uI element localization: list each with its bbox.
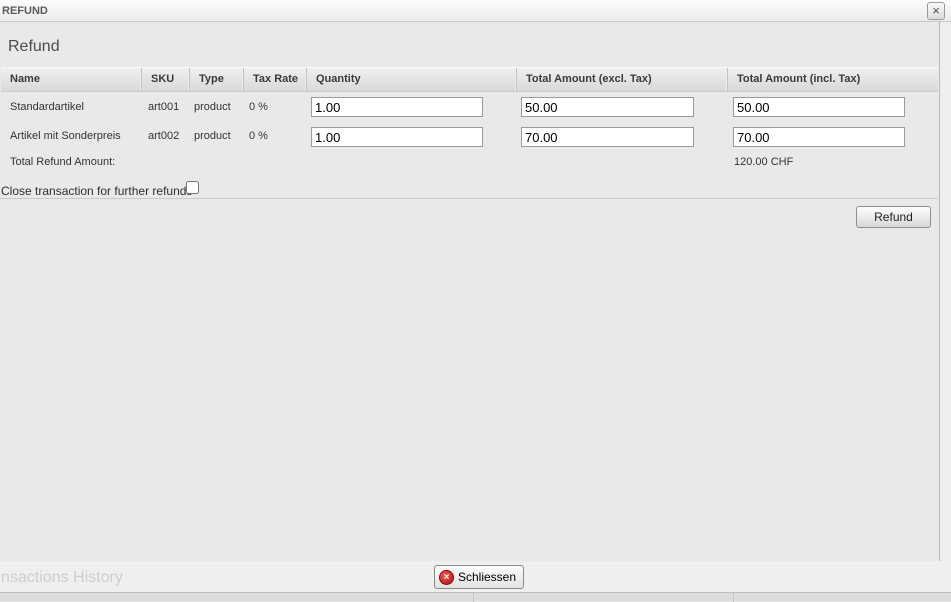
cell-name: Standardartikel bbox=[10, 92, 84, 122]
column-header-total-excl: Total Amount (excl. Tax) bbox=[517, 68, 728, 91]
table-row: Artikel mit Sonderpreis art002 product 0… bbox=[0, 122, 938, 150]
total-refund-value: 120.00 CHF bbox=[734, 156, 793, 168]
cell-sku: art001 bbox=[148, 92, 179, 122]
schliessen-button-label: Schliessen bbox=[458, 570, 516, 584]
cell-sku: art002 bbox=[148, 122, 179, 150]
table-row: Standardartikel art001 product 0 % bbox=[0, 92, 938, 122]
table-header: Name SKU Type Tax Rate Quantity Total Am… bbox=[1, 67, 938, 92]
red-cross-icon: × bbox=[439, 570, 454, 585]
schliessen-button[interactable]: × Schliessen bbox=[434, 565, 524, 589]
close-icon[interactable]: × bbox=[927, 2, 945, 20]
page-scroll-strip bbox=[939, 22, 951, 592]
close-transaction-label: Close transaction for further refunds bbox=[1, 184, 192, 198]
modal-titlebar: REFUND × bbox=[0, 0, 951, 22]
total-excl-tax-input[interactable] bbox=[521, 127, 694, 147]
modal-title: REFUND bbox=[2, 5, 48, 17]
cell-tax-rate: 0 % bbox=[249, 122, 268, 150]
column-header-total-incl: Total Amount (incl. Tax) bbox=[728, 68, 938, 91]
background-table-header-bar bbox=[0, 592, 951, 601]
cell-type: product bbox=[194, 122, 231, 150]
column-header-type: Type bbox=[190, 68, 244, 91]
refund-button[interactable]: Refund bbox=[856, 206, 931, 228]
transactions-history-heading: nsactions History bbox=[1, 569, 123, 587]
column-header-name: Name bbox=[1, 68, 142, 91]
cell-name: Artikel mit Sonderpreis bbox=[10, 122, 121, 150]
total-incl-tax-input[interactable] bbox=[733, 97, 905, 117]
cell-type: product bbox=[194, 92, 231, 122]
section-divider bbox=[0, 198, 938, 199]
close-transaction-checkbox[interactable] bbox=[186, 181, 199, 194]
column-header-tax-rate: Tax Rate bbox=[244, 68, 307, 91]
quantity-input[interactable] bbox=[311, 127, 483, 147]
quantity-input[interactable] bbox=[311, 97, 483, 117]
column-header-quantity: Quantity bbox=[307, 68, 517, 91]
total-incl-tax-input[interactable] bbox=[733, 127, 905, 147]
total-refund-label: Total Refund Amount: bbox=[10, 156, 115, 168]
refund-modal: REFUND × Refund Name SKU Type Tax Rate Q… bbox=[0, 0, 951, 601]
column-header-sku: SKU bbox=[142, 68, 190, 91]
page-title: Refund bbox=[8, 38, 60, 56]
cell-tax-rate: 0 % bbox=[249, 92, 268, 122]
total-excl-tax-input[interactable] bbox=[521, 97, 694, 117]
